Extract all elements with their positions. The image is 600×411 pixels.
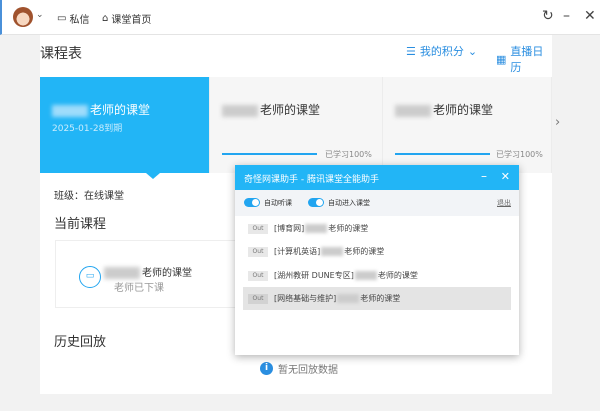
popup-header: 奇怪网课助手 - 腾讯课堂全能助手 – ✕: [235, 165, 519, 190]
history-heading: 历史回放: [54, 335, 107, 350]
out-button[interactable]: Out: [248, 293, 268, 304]
my-points-dropdown[interactable]: ☰ 我的积分 ⌄: [406, 43, 477, 59]
course-name: 老师的课堂: [260, 103, 321, 117]
item-suffix: 老师的课堂: [328, 224, 369, 233]
home-label: 课堂首页: [111, 15, 152, 26]
list-item[interactable]: Out [湖州教研 DUNE专区] 老师的课堂: [243, 264, 511, 287]
item-prefix: [计算机英语]: [274, 247, 321, 256]
progress-label: 已学习100%: [325, 150, 372, 159]
list-item[interactable]: Out [计算机英语] 老师的课堂: [243, 240, 511, 263]
progress-bar: [395, 153, 490, 155]
refresh-icon[interactable]: ↻: [542, 8, 554, 24]
message-icon: ▭: [57, 13, 67, 24]
out-button[interactable]: Out: [248, 223, 268, 234]
item-suffix: 老师的课堂: [360, 294, 401, 303]
minimize-icon[interactable]: –: [481, 169, 487, 183]
close-icon[interactable]: ✕: [501, 170, 510, 183]
expiry-date: 2025-01-28到期: [52, 124, 123, 134]
progress-label: 已学习100%: [496, 150, 543, 159]
list-item[interactable]: Out [博育网] 老师的课堂: [243, 217, 511, 240]
auto-listen-toggle[interactable]: [244, 198, 260, 207]
course-name: 老师的课堂: [142, 268, 192, 279]
out-button[interactable]: Out: [248, 270, 268, 281]
no-history-text: 暂无回放数据: [278, 365, 338, 376]
progress-bar: [222, 153, 317, 155]
exit-link[interactable]: 退出: [497, 198, 511, 208]
avatar[interactable]: [13, 7, 33, 27]
helper-popup: 奇怪网课助手 - 腾讯课堂全能助手 – ✕ 自动听课 自动进入课堂 退出 Out…: [235, 165, 519, 355]
item-prefix: [湖州教研 DUNE专区]: [274, 271, 354, 280]
toggle-label: 自动进入课堂: [328, 199, 370, 207]
course-card[interactable]: 老师的课堂 2025-01-28到期: [40, 77, 210, 173]
course-name: 老师的课堂: [90, 103, 151, 117]
item-prefix: [博育网]: [274, 224, 305, 233]
popup-toolbar: 自动听课 自动进入课堂 退出: [235, 190, 519, 216]
auto-enter-toggle[interactable]: [308, 198, 324, 207]
chevron-down-icon: ⌄: [467, 44, 478, 58]
home-button[interactable]: ⌂ 课堂首页: [102, 11, 151, 26]
no-history-message: i 暂无回放数据: [260, 361, 338, 376]
item-suffix: 老师的课堂: [344, 247, 385, 256]
out-button[interactable]: Out: [248, 246, 268, 257]
coins-icon: ☰: [406, 44, 416, 58]
page-title: 课程表: [40, 46, 82, 62]
top-bar: ⌄ ▭ 私信 ⌂ 课堂首页 ↻ – ✕: [0, 0, 600, 35]
toggle-label: 自动听课: [264, 199, 292, 207]
current-course-heading: 当前课程: [54, 217, 107, 232]
calendar-label: 直播日历: [510, 45, 544, 74]
video-camera-icon: ▭: [79, 266, 101, 288]
item-prefix: [网络基础与维护]: [274, 294, 337, 303]
points-label: 我的积分: [419, 45, 464, 58]
messages-button[interactable]: ▭ 私信: [57, 11, 89, 26]
home-icon: ⌂: [102, 13, 109, 24]
course-name: 老师的课堂: [433, 103, 494, 117]
calendar-icon: ▦: [496, 52, 507, 66]
chevron-right-icon[interactable]: ›: [555, 115, 560, 130]
chevron-down-icon[interactable]: ⌄: [36, 10, 44, 20]
minimize-icon[interactable]: –: [563, 8, 570, 24]
info-icon: i: [260, 362, 273, 375]
active-indicator: [146, 173, 160, 179]
class-label: 班级：在线课堂: [54, 191, 124, 202]
messages-label: 私信: [69, 15, 90, 26]
course-status: 老师已下课: [114, 283, 164, 294]
item-suffix: 老师的课堂: [377, 271, 418, 280]
close-icon[interactable]: ✕: [584, 8, 596, 24]
popup-title: 奇怪网课助手 - 腾讯课堂全能助手: [244, 175, 379, 185]
list-item[interactable]: Out [网络基础与维护] 老师的课堂: [243, 287, 511, 310]
live-calendar-button[interactable]: ▦ 直播日历: [496, 43, 552, 75]
